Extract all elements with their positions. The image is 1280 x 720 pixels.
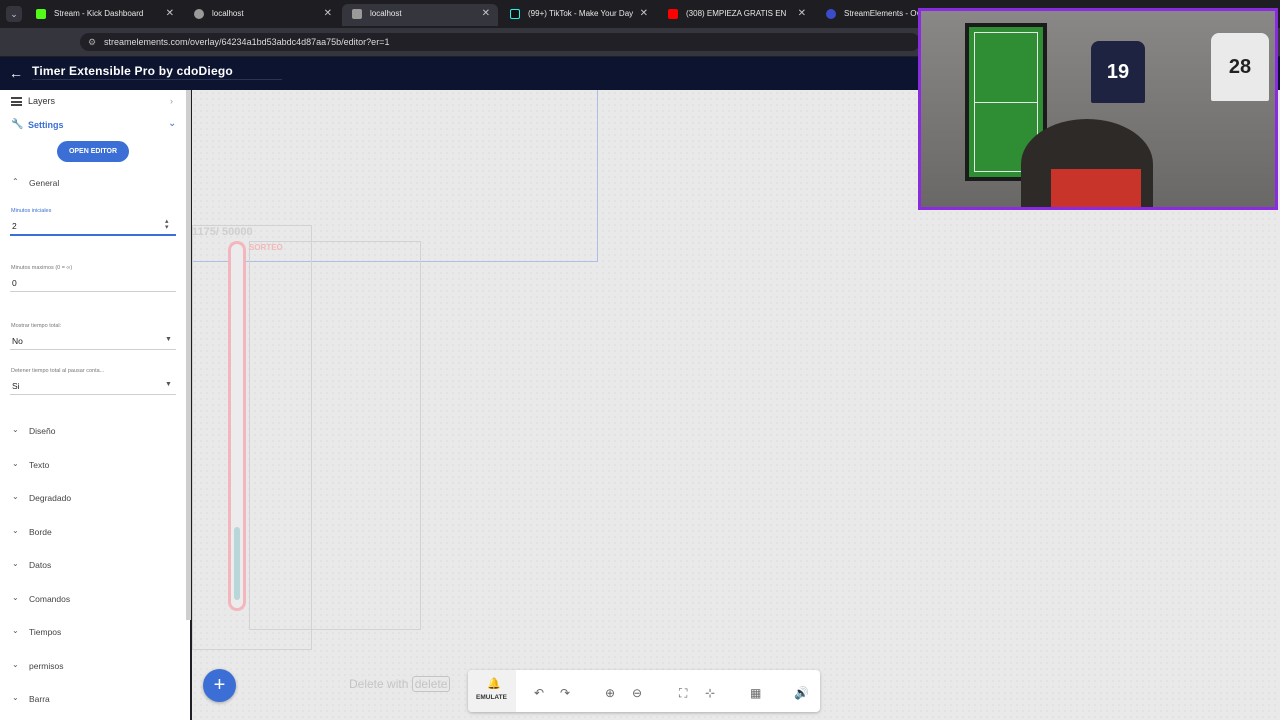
field-label: Minutos iniciales: [11, 208, 52, 214]
chevron-down-icon: ⌄: [12, 458, 19, 468]
youtube-icon: [668, 9, 678, 19]
overlay-title: Timer Extensible Pro by cdoDiego: [32, 64, 233, 78]
kick-icon: [36, 9, 46, 19]
widget-frame-inner[interactable]: [249, 241, 421, 630]
exit-fullscreen-icon[interactable]: ⊹: [705, 686, 715, 700]
sorteo-label: SORTEO: [249, 243, 283, 252]
field-label: Minutos maximos (0 = ∞): [11, 265, 73, 271]
timer-progress-bar: [228, 241, 246, 611]
dropdown-arrow-icon[interactable]: ▼: [165, 336, 172, 343]
field-underline: [10, 349, 176, 350]
volume-icon[interactable]: 🔊: [794, 686, 809, 700]
messi-jersey: 19: [1091, 41, 1145, 103]
sidebar-scrollbar[interactable]: [186, 90, 191, 620]
section-texto[interactable]: ⌄ Texto: [0, 457, 190, 475]
close-tab-icon[interactable]: ✕: [798, 4, 806, 24]
chevron-down-icon: ⌄: [168, 118, 177, 129]
tab-search-button[interactable]: ⌄: [6, 6, 22, 22]
section-general-header[interactable]: General: [29, 178, 59, 188]
settings-sidebar: Layers › 🔧 Settings ⌄ OPEN EDITOR ⌃ Gene…: [0, 90, 190, 720]
counter-text: 1175/ 50000: [192, 226, 253, 238]
close-tab-icon[interactable]: ✕: [166, 4, 174, 24]
section-diseno[interactable]: ⌄ Diseño: [0, 423, 190, 441]
minutos-iniciales-input[interactable]: 2 ▴ ▾: [10, 218, 176, 234]
browser-tab[interactable]: StreamElements - Ove: [816, 4, 926, 26]
section-degradado[interactable]: ⌄ Degradado: [0, 490, 190, 508]
delete-hint: Delete with delete: [349, 676, 451, 692]
redo-icon[interactable]: ↷: [560, 686, 570, 700]
browser-tab-active[interactable]: localhost ✕: [342, 4, 498, 26]
globe-icon: [194, 9, 204, 19]
chevron-right-icon: ›: [170, 96, 173, 106]
site-info-icon[interactable]: ⚙: [88, 33, 96, 51]
layers-icon: [11, 97, 22, 106]
chevron-down-icon: ⌄: [12, 693, 19, 702]
chevron-down-icon: ⌄: [12, 659, 19, 669]
grid-icon[interactable]: ▦: [750, 686, 761, 700]
mostrar-tiempo-select[interactable]: No: [12, 336, 23, 346]
streamelements-icon: [826, 9, 836, 19]
title-underline: [32, 79, 282, 80]
chevron-down-icon: ⌄: [12, 525, 19, 535]
zoom-in-icon[interactable]: ⊕: [605, 686, 615, 700]
chevron-up-icon: ⌃: [12, 177, 19, 186]
add-widget-button[interactable]: +: [203, 669, 236, 702]
fullscreen-icon[interactable]: ⛶: [679, 686, 687, 701]
detener-tiempo-select[interactable]: Si: [12, 381, 20, 391]
field-underline: [10, 291, 176, 292]
section-datos[interactable]: ⌄ Datos: [0, 557, 190, 575]
neon-frame: [921, 207, 1275, 210]
browser-tab[interactable]: Stream - Kick Dashboard ✕: [26, 4, 182, 26]
progress-fill: [234, 527, 240, 600]
field-underline: [10, 394, 176, 395]
section-permisos[interactable]: ⌄ permisos: [0, 658, 190, 676]
wrench-icon: 🔧: [11, 119, 24, 130]
section-tiempos[interactable]: ⌄ Tiempos: [0, 624, 190, 642]
undo-icon[interactable]: ↶: [534, 686, 544, 700]
chevron-down-icon: ⌄: [12, 492, 19, 501]
back-arrow-icon[interactable]: ←: [9, 65, 23, 81]
delete-key: delete: [411, 676, 451, 692]
minutos-maximos-input[interactable]: 0: [12, 278, 17, 288]
webcam-overlay: 19 28: [918, 8, 1278, 210]
open-editor-button[interactable]: OPEN EDITOR: [57, 141, 129, 162]
browser-tab[interactable]: (99+) TikTok - Make Your Day ✕: [500, 4, 656, 26]
field-label: Mostrar tiempo total:: [11, 323, 62, 329]
close-tab-icon[interactable]: ✕: [482, 4, 490, 24]
chevron-down-icon: ⌄: [12, 592, 19, 602]
section-borde[interactable]: ⌄ Borde: [0, 524, 190, 542]
feather-icon: [352, 9, 362, 19]
settings-row[interactable]: 🔧 Settings ⌄: [0, 118, 190, 136]
tiktok-icon: [510, 9, 520, 19]
field-label: Detener tiempo total al pausar conta...: [11, 368, 105, 374]
section-comandos[interactable]: ⌄ Comandos: [0, 591, 190, 609]
zoom-out-icon[interactable]: ⊖: [632, 686, 642, 700]
ronaldo-jersey: 28: [1211, 33, 1269, 101]
streamer-person: [1021, 119, 1153, 207]
chevron-down-icon: ⌄: [12, 559, 19, 568]
close-tab-icon[interactable]: ✕: [324, 4, 332, 24]
chevron-down-icon: ⌄: [12, 626, 19, 635]
emulate-button[interactable]: 🔔 EMULATE: [468, 670, 516, 712]
chevron-down-icon: ⌄: [12, 425, 19, 434]
dropdown-arrow-icon[interactable]: ▼: [165, 381, 172, 388]
browser-tab[interactable]: (308) EMPIEZA GRATIS EN ✕: [658, 4, 814, 26]
canvas-toolbar: 🔔 EMULATE ↶ ↷ ⊕ ⊖ ⛶ ⊹ ▦ 🔊: [468, 670, 820, 712]
browser-tab[interactable]: localhost ✕: [184, 4, 340, 26]
layers-row[interactable]: Layers ›: [0, 94, 190, 112]
url-input[interactable]: ⚙ streamelements.com/overlay/64234a1bd53…: [80, 33, 920, 51]
bell-icon: 🔔: [487, 678, 501, 690]
field-underline: [10, 234, 176, 236]
section-barra[interactable]: ⌄ Barra: [0, 691, 190, 709]
stepper-icon[interactable]: ▴ ▾: [165, 218, 169, 231]
close-tab-icon[interactable]: ✕: [640, 4, 648, 24]
